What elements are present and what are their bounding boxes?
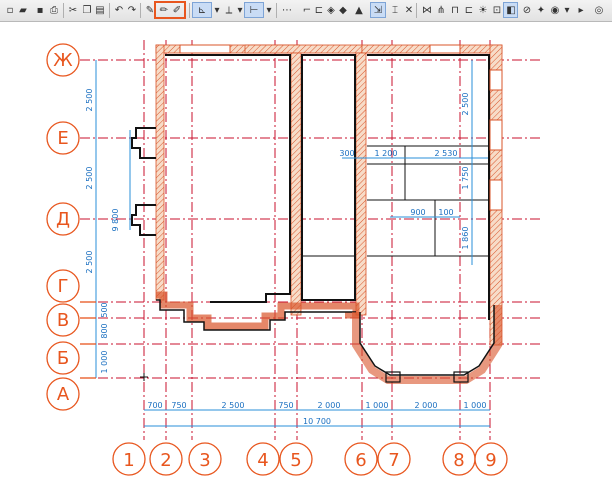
cut-icon[interactable]: ✂ — [66, 3, 80, 17]
section-icon[interactable]: ⌶ — [388, 3, 402, 17]
crosshair-cursor-icon — [140, 373, 148, 381]
select-arrow-icon: ⊢ — [249, 4, 259, 16]
bottom-dim-1: 700 — [147, 401, 162, 410]
interior-dim-5: 100 — [438, 208, 453, 217]
row-axis-d: Д — [56, 209, 70, 230]
save-icon[interactable]: ▪ — [33, 3, 47, 17]
redo-icon[interactable]: ↷ — [125, 3, 139, 17]
bottom-dim-8: 1 000 — [464, 401, 487, 410]
left-dim-6: 1 000 — [100, 351, 109, 374]
bottom-dim-5: 2 000 — [318, 401, 341, 410]
row-axis-v: В — [57, 310, 69, 331]
left-dim-4: 500 — [100, 302, 109, 317]
col-axis-3: 3 — [199, 450, 210, 471]
color-icon[interactable]: ⊘ — [520, 3, 534, 17]
zone-icon[interactable]: ⊓ — [448, 3, 462, 17]
bottom-dim-3: 2 500 — [222, 401, 245, 410]
arrow-icon: ⇲ — [373, 4, 383, 16]
interior-dim-3: 2 530 — [435, 149, 458, 158]
col-axis-8: 8 — [453, 450, 464, 471]
right-dim-2: 1 750 — [461, 167, 470, 190]
bottom-dim-4: 750 — [278, 401, 293, 410]
label-icon[interactable]: ⊏ — [462, 3, 476, 17]
elevation-icon[interactable]: ⋈ — [420, 3, 434, 17]
left-dim-1: 2 500 — [85, 89, 94, 112]
copy-icon[interactable]: ❐ — [80, 3, 94, 17]
navigator-icon: ◧ — [506, 4, 516, 16]
right-dim-3: 1 860 — [461, 227, 470, 250]
row-axis-g: Г — [58, 276, 69, 297]
col-axis-9: 9 — [485, 450, 496, 471]
paste-icon[interactable]: ▤ — [93, 3, 107, 17]
pen-icon[interactable]: ◆ — [336, 3, 350, 17]
drawing-canvas[interactable]: 2 500 2 500 2 500 500 800 1 000 9 800 2 … — [0, 22, 612, 480]
left-dimension-texts: 2 500 2 500 2 500 500 800 1 000 9 800 — [85, 89, 120, 374]
bottom-dim-7: 2 000 — [415, 401, 438, 410]
bottom-dimension-texts: 700 750 2 500 750 2 000 1 000 2 000 1 00… — [147, 401, 486, 426]
detail-icon[interactable]: ⋔ — [434, 3, 448, 17]
col-axis-6: 6 — [355, 450, 366, 471]
row-axis-a: А — [57, 384, 70, 405]
col-axis-2: 2 — [160, 450, 171, 471]
interior-dim-4: 900 — [410, 208, 425, 217]
chevron-down-icon[interactable]: ▾ — [262, 3, 276, 17]
brush-icon[interactable]: ✦ — [534, 3, 548, 17]
interior-dim-1: 300 — [339, 149, 354, 158]
bottom-dim-6: 1 000 — [366, 401, 389, 410]
undo-icon[interactable]: ↶ — [112, 3, 126, 17]
print-icon[interactable]: ⎙ — [47, 3, 61, 17]
main-toolbar: ▫ ▰ ▪ ⎙ ✂ ❐ ▤ ↶ ↷ ✎ ✏ ✐ ⊾ ▾ ⟂ ▾ ⊢ ▾ ⋯ ⌐ … — [0, 0, 612, 22]
close-icon[interactable]: ✕ — [402, 3, 416, 17]
column-axis-bubbles — [112, 442, 508, 476]
wall-icon[interactable]: ⋯ — [280, 3, 294, 17]
row-axis-e: Е — [57, 128, 68, 149]
layers-icon[interactable]: ▲ — [352, 3, 366, 17]
bottom-dim-2: 750 — [171, 401, 186, 410]
col-axis-4: 4 — [257, 450, 268, 471]
left-dim-2: 2 500 — [85, 167, 94, 190]
total-width: 10 700 — [303, 417, 331, 426]
sun-icon[interactable]: ☀ — [476, 3, 490, 17]
snap-icon: ⊾ — [197, 4, 207, 16]
row-axis-zh: Ж — [53, 50, 73, 71]
right-dimension-texts: 2 500 1 750 1 860 — [461, 93, 470, 250]
open-folder-icon[interactable]: ▰ — [16, 3, 30, 17]
row-axis-lines — [80, 59, 540, 379]
interior-dim-2: 1 200 — [375, 149, 398, 158]
pencil-icon[interactable]: ✏ — [157, 3, 171, 17]
col-axis-1: 1 — [123, 450, 134, 471]
total-height: 9 800 — [111, 209, 120, 232]
left-dim-5: 800 — [100, 323, 109, 338]
lock-icon[interactable]: ⊡ — [490, 3, 504, 17]
row-axis-b: Б — [57, 348, 69, 369]
help-icon[interactable]: ◎ — [592, 3, 606, 17]
new-file-icon[interactable]: ▫ — [3, 3, 17, 17]
left-dim-3: 2 500 — [85, 251, 94, 274]
right-dim-1: 2 500 — [461, 93, 470, 116]
options-icon[interactable]: ▸ — [574, 3, 588, 17]
col-axis-5: 5 — [290, 450, 301, 471]
col-axis-7: 7 — [388, 450, 399, 471]
chevron-down-icon[interactable]: ▾ — [560, 3, 574, 17]
pencil-active-icon[interactable]: ✐ — [170, 3, 184, 17]
